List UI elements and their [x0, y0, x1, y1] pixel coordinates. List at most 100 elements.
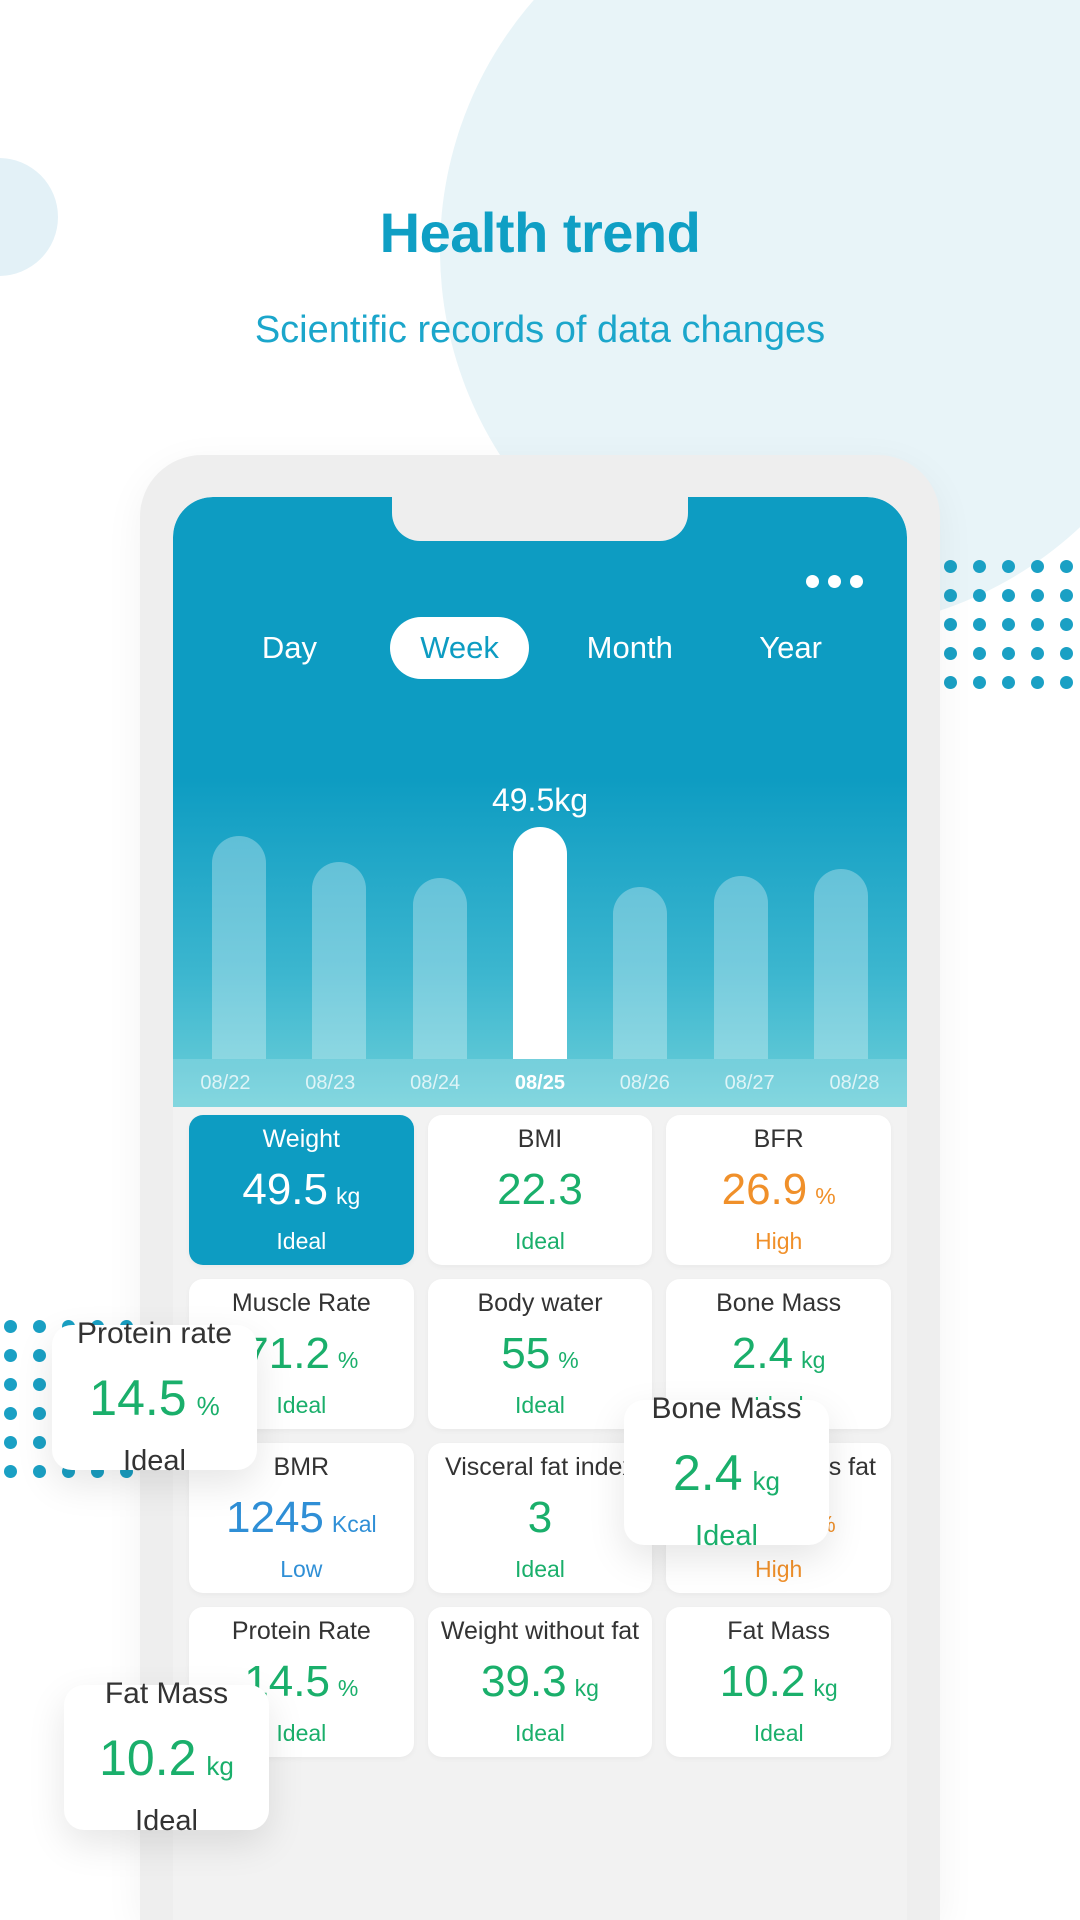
- floating-card-status: Ideal: [123, 1445, 186, 1477]
- metric-card-title: Weight without fat: [440, 1617, 640, 1645]
- dot: [4, 1436, 17, 1449]
- metric-card-value-row: 2.4 kg: [732, 1318, 825, 1376]
- metric-card-title: BMR: [273, 1453, 330, 1481]
- decorative-dot-grid-right: [944, 560, 1080, 689]
- dot: [33, 1378, 46, 1391]
- dot: [944, 618, 957, 631]
- chart-bar[interactable]: [212, 836, 267, 1059]
- more-dot: [806, 575, 819, 588]
- metric-card-value-row: 3: [528, 1482, 552, 1540]
- floating-card-title: Bone Mass: [651, 1392, 802, 1425]
- tab-year[interactable]: Year: [731, 617, 851, 679]
- metric-card[interactable]: Weight without fat 39.3 kg Ideal: [427, 1607, 653, 1757]
- chart-bar[interactable]: [512, 827, 567, 1059]
- floating-card-bone-mass[interactable]: Bone Mass 2.4 kg Ideal: [624, 1392, 829, 1552]
- metric-card[interactable]: Body water 55% Ideal: [427, 1279, 653, 1429]
- dot: [944, 647, 957, 660]
- metric-card-value-row: 1245 Kcal: [226, 1482, 377, 1540]
- metric-card-value-row: 22.3: [497, 1154, 583, 1212]
- chart-bar[interactable]: [312, 861, 367, 1059]
- dot: [944, 676, 957, 689]
- chart-bar[interactable]: [713, 875, 768, 1059]
- metric-card-title: Body water: [477, 1289, 603, 1317]
- metric-card[interactable]: BMI 22.3 Ideal: [427, 1115, 653, 1265]
- metric-card-value: 2.4: [731, 1329, 794, 1378]
- dot: [33, 1436, 46, 1449]
- metric-card-unit: %: [337, 1347, 359, 1373]
- axis-label: 08/28: [829, 1071, 880, 1094]
- dot: [4, 1320, 17, 1333]
- axis-label: 08/22: [200, 1071, 251, 1094]
- more-horizontal-icon[interactable]: [806, 575, 863, 588]
- floating-card-unit: %: [196, 1391, 220, 1421]
- dot: [973, 618, 986, 631]
- dot: [973, 676, 986, 689]
- axis-label: 08/26: [619, 1071, 670, 1094]
- dot: [1031, 647, 1044, 660]
- metric-card-status: High: [755, 1556, 803, 1582]
- metric-card[interactable]: Visceral fat index 3 Ideal: [427, 1443, 653, 1593]
- metric-card[interactable]: Weight 49.5 kg Ideal: [189, 1115, 414, 1265]
- floating-card-protein-rate[interactable]: Protein rate 14.5 % Ideal: [52, 1317, 257, 1477]
- floating-card-status: Ideal: [695, 1520, 758, 1552]
- metric-card-value: 39.3: [481, 1657, 567, 1706]
- floating-card-value: 14.5: [89, 1370, 187, 1426]
- dot: [1031, 618, 1044, 631]
- metric-card-value-row: 71.2%: [244, 1318, 358, 1376]
- metric-card-status: Ideal: [276, 1720, 327, 1746]
- dot: [973, 647, 986, 660]
- dot: [1002, 676, 1015, 689]
- floating-card-unit: kg: [206, 1751, 234, 1781]
- floating-card-value-row: 14.5 %: [89, 1351, 219, 1423]
- tab-week[interactable]: Week: [390, 617, 529, 679]
- floating-card-value-row: 2.4 kg: [673, 1426, 780, 1498]
- period-tabs: Day Week Month Year: [173, 617, 907, 679]
- floating-card-fat-mass[interactable]: Fat Mass 10.2 kg Ideal: [64, 1677, 269, 1837]
- axis-label: 08/24: [410, 1071, 461, 1094]
- metric-card-unit: kg: [813, 1675, 838, 1701]
- dot: [1060, 676, 1073, 689]
- metric-card[interactable]: BFR 26.9% High: [666, 1115, 891, 1265]
- dot: [973, 589, 986, 602]
- phone-screen: Day Week Month Year 49.5kg 08/22 08/23 08/24 0…: [173, 497, 907, 1920]
- dot: [1031, 589, 1044, 602]
- metric-card-title: Weight: [262, 1125, 340, 1153]
- metric-card-value-row: 10.2 kg: [720, 1646, 838, 1704]
- metric-card-status: Ideal: [515, 1556, 565, 1582]
- metric-card-title: Fat Mass: [727, 1617, 831, 1645]
- metric-card-value-row: 49.5 kg: [242, 1154, 360, 1212]
- metric-card[interactable]: Fat Mass 10.2 kg Ideal: [666, 1607, 891, 1757]
- dot: [1002, 560, 1015, 573]
- dot: [4, 1378, 17, 1391]
- dot: [973, 560, 986, 573]
- metric-card-status: Ideal: [515, 1228, 565, 1254]
- dot: [33, 1407, 46, 1420]
- metric-card-status: Ideal: [276, 1392, 327, 1418]
- page-title: Health trend: [379, 201, 701, 264]
- dot: [944, 560, 957, 573]
- dot: [1060, 589, 1073, 602]
- chart-bar[interactable]: [813, 868, 868, 1059]
- tab-month[interactable]: Month: [570, 617, 690, 679]
- metric-card-status: Ideal: [515, 1392, 565, 1418]
- metric-card-unit: %: [815, 1183, 836, 1209]
- dot: [1060, 618, 1073, 631]
- metric-card-value-row: 26.9%: [722, 1154, 836, 1212]
- metric-card-unit: kg: [336, 1183, 361, 1209]
- metric-card-value: 3: [527, 1493, 553, 1542]
- dot: [4, 1465, 17, 1478]
- chart-bar[interactable]: [613, 887, 668, 1059]
- dot: [1060, 647, 1073, 660]
- metric-card-value: 1245: [226, 1493, 324, 1542]
- metric-card-value: 10.2: [719, 1657, 806, 1706]
- chart-bar[interactable]: [412, 878, 467, 1059]
- dot: [1060, 560, 1073, 573]
- dot: [1002, 589, 1015, 602]
- more-dot: [828, 575, 841, 588]
- metric-card-status: Ideal: [276, 1228, 327, 1254]
- metric-card-value: 22.3: [497, 1165, 583, 1214]
- metric-card-title: Visceral fat index: [445, 1453, 635, 1481]
- selected-value-label: 49.5kg: [491, 782, 589, 818]
- metric-card-value: 55: [501, 1329, 551, 1378]
- tab-day[interactable]: Day: [229, 617, 349, 679]
